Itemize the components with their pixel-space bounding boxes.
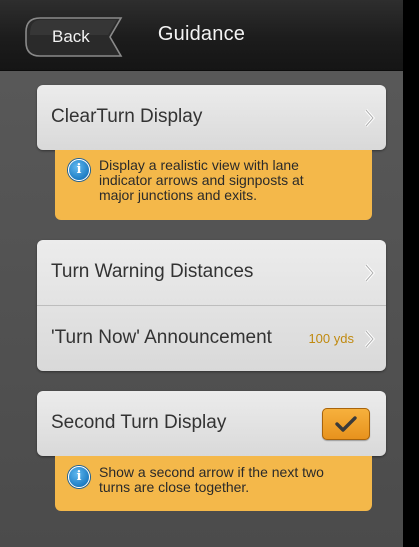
clearturn-info-text: Display a realistic view with lane indic… [99,158,362,203]
guidance-screen: Back Guidance ClearTurn Display i Displa… [0,0,403,547]
second-turn-group: Second Turn Display [37,391,386,456]
top-bar: Back Guidance [0,0,403,71]
turn-now-value: 100 yds [308,331,354,346]
second-turn-info-box: i Show a second arrow if the next two tu… [55,456,372,511]
clearturn-info-box: i Display a realistic view with lane ind… [55,150,372,220]
second-turn-display-row[interactable]: Second Turn Display [37,391,386,456]
turn-now-announcement-row[interactable]: 'Turn Now' Announcement 100 yds [37,306,386,371]
clearturn-group: ClearTurn Display [37,85,386,150]
second-turn-display-label: Second Turn Display [51,412,227,433]
clearturn-display-label: ClearTurn Display [51,106,203,127]
chevron-right-icon [364,264,375,282]
turn-warning-distances-row[interactable]: Turn Warning Distances [37,240,386,306]
info-line: turns are close together. [99,479,250,495]
chevron-right-icon [364,330,375,348]
second-turn-checkbox[interactable] [322,408,370,440]
turn-settings-group: Turn Warning Distances 'Turn Now' Announ… [37,240,386,371]
checkmark-icon [335,416,357,432]
info-line: Display a realistic view with lane [99,157,299,173]
second-turn-info-text: Show a second arrow if the next two turn… [99,465,362,495]
chevron-right-icon [364,109,375,127]
info-line: major junctions and exits. [99,187,257,203]
clearturn-display-row[interactable]: ClearTurn Display [37,85,386,150]
turn-warning-distances-label: Turn Warning Distances [51,261,254,282]
info-line: Show a second arrow if the next two [99,464,324,480]
turn-now-announcement-label: 'Turn Now' Announcement [51,327,272,348]
info-icon: i [68,159,90,181]
info-line: indicator arrows and signposts at [99,172,304,188]
page-title: Guidance [157,23,246,45]
info-icon: i [68,466,90,488]
